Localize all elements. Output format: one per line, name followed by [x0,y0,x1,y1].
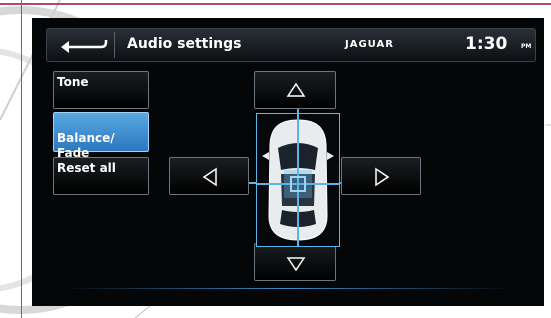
fade-front-button[interactable] [254,71,336,109]
reset-all-button[interactable]: Reset all [53,157,149,195]
clock: 1:30 [465,34,508,54]
reset-all-label: Reset all [57,161,116,175]
car-top-view-icon [257,114,339,246]
title-bar: Audio settings JAGUAR 1:30 PM [46,28,536,62]
page-title: Audio settings [127,36,242,52]
frame-line [21,0,22,318]
crosshair-line [249,182,256,184]
back-arrow-icon [61,40,108,53]
infotainment-screen: Audio settings JAGUAR 1:30 PM Tone Balan… [32,18,544,306]
balance-fade-pad[interactable] [256,113,340,247]
back-button[interactable] [53,32,115,58]
balance-fade-button[interactable]: Balance/ Fade [53,112,149,160]
tone-button[interactable]: Tone [53,71,149,109]
frame-line [0,3,551,5]
balance-left-button[interactable] [169,157,249,195]
clock-ampm: PM [521,43,532,50]
crosshair-line [340,182,341,184]
triangle-down-icon [286,257,306,272]
triangle-right-icon [375,167,390,187]
triangle-up-icon [286,82,306,97]
fade-rear-button[interactable] [254,243,336,281]
balance-right-button[interactable] [341,157,421,195]
balance-fade-label: Balance/ Fade [57,131,115,160]
triangle-left-icon [202,167,217,187]
bottom-divider [62,288,514,289]
tone-label: Tone [57,75,89,89]
brand-logo: JAGUAR [345,39,394,50]
crosshair-line [297,109,299,113]
